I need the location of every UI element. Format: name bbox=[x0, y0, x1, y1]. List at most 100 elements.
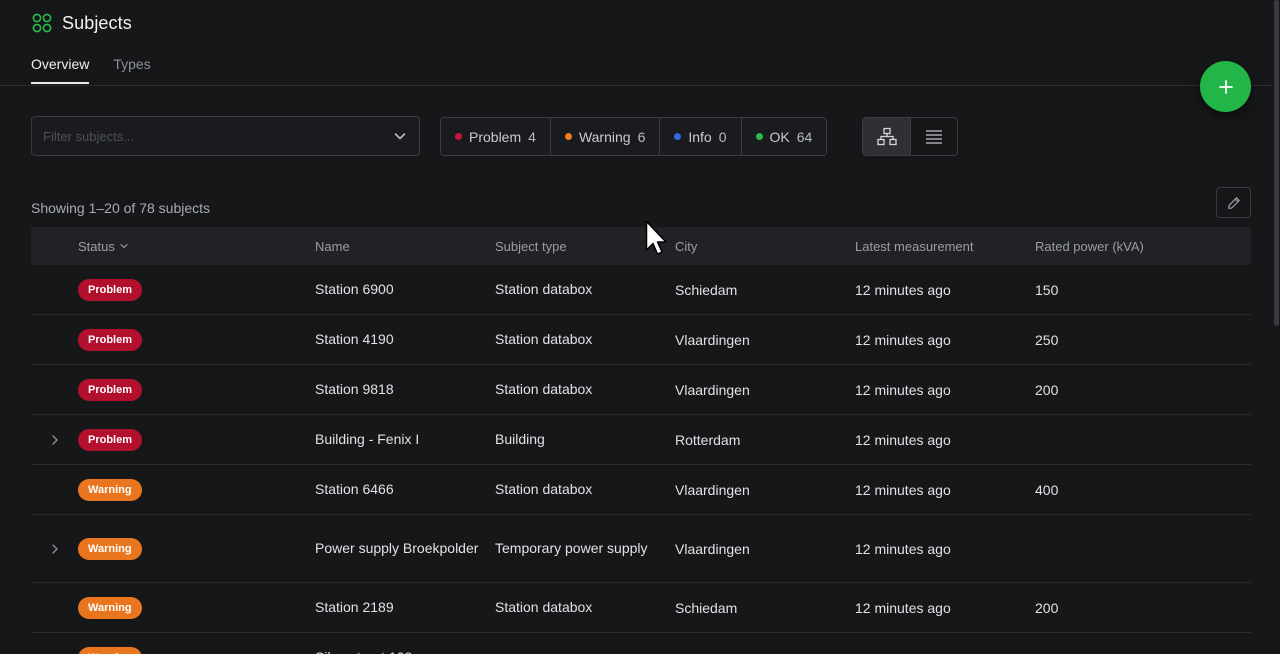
status-cell: Warning bbox=[78, 478, 315, 501]
latest-measurement-cell: 12 minutes ago bbox=[855, 481, 951, 498]
chevron-right-icon[interactable] bbox=[50, 543, 60, 555]
view-toggle bbox=[862, 117, 958, 156]
table-row[interactable]: Problem Station 4190 Station databox Vlaard… bbox=[31, 315, 1251, 365]
status-badge: Problem bbox=[78, 278, 143, 301]
status-cell: Warning bbox=[78, 537, 315, 560]
table-row[interactable]: Warning Station 2189 Station databox Schied… bbox=[31, 583, 1251, 633]
rated-power-cell: 250 bbox=[1035, 331, 1059, 348]
status-filter-count: 64 bbox=[796, 128, 813, 145]
subjects-table: Status Name Subject type City Latest mea… bbox=[31, 227, 1251, 654]
rated-power-cell: 400 bbox=[1035, 481, 1059, 498]
name-cell: Station 6466 bbox=[315, 481, 394, 497]
mouse-cursor-icon bbox=[645, 220, 667, 255]
status-badge: Problem bbox=[78, 328, 143, 351]
status-cell: Warning bbox=[78, 646, 315, 654]
name-cell: Station 9818 bbox=[315, 381, 394, 397]
add-subject-button[interactable] bbox=[1200, 61, 1251, 112]
subject-type-cell: Station databox bbox=[495, 331, 593, 347]
table-row[interactable]: Problem Building - Fenix I Building Rotterd… bbox=[31, 415, 1251, 465]
tree-view-button[interactable] bbox=[863, 118, 910, 155]
tab-types[interactable]: Types bbox=[113, 56, 150, 84]
rated-power-cell: 150 bbox=[1035, 281, 1059, 298]
status-filter-info[interactable]: Info 0 bbox=[660, 118, 742, 155]
list-view-button[interactable] bbox=[910, 118, 957, 155]
status-filter-group: Problem 4 Warning 6 Info 0 OK 64 bbox=[440, 117, 828, 156]
tab-overview[interactable]: Overview bbox=[31, 56, 90, 84]
subject-type-cell: Station databox bbox=[495, 381, 593, 397]
warning-dot-icon bbox=[564, 133, 572, 140]
latest-measurement-cell: 12 minutes ago bbox=[855, 281, 951, 298]
hierarchy-icon bbox=[876, 127, 897, 145]
plus-icon bbox=[1218, 79, 1233, 94]
page-scrollbar[interactable] bbox=[1274, 0, 1279, 326]
status-filter-count: 0 bbox=[718, 128, 727, 145]
subject-type-cell: Station databox bbox=[495, 481, 593, 497]
expand-cell[interactable] bbox=[31, 543, 78, 555]
column-header-rated-power[interactable]: Rated power (kVA) bbox=[1035, 239, 1235, 254]
edit-columns-button[interactable] bbox=[1216, 187, 1251, 218]
chevron-down-icon[interactable] bbox=[393, 129, 407, 143]
column-header-name[interactable]: Name bbox=[315, 236, 495, 257]
column-header-latest-measurement[interactable]: Latest measurement bbox=[855, 239, 1035, 254]
status-badge: Warning bbox=[78, 478, 142, 501]
city-cell: Vlaardingen bbox=[675, 331, 750, 348]
expand-cell[interactable] bbox=[31, 434, 78, 446]
latest-measurement-cell: 12 minutes ago bbox=[855, 381, 951, 398]
city-cell: Vlaardingen bbox=[675, 481, 750, 498]
chevron-right-icon[interactable] bbox=[50, 434, 60, 446]
ok-dot-icon bbox=[755, 133, 763, 140]
rated-power-cell: 200 bbox=[1035, 599, 1059, 616]
latest-measurement-cell: 12 minutes ago bbox=[855, 431, 951, 448]
city-cell: Rotterdam bbox=[675, 431, 741, 448]
status-cell: Warning bbox=[78, 596, 315, 619]
status-filter-label: OK bbox=[769, 128, 790, 145]
city-cell: Vlaardingen bbox=[675, 381, 750, 398]
subject-type-cell: Station databox bbox=[495, 599, 593, 615]
table-row[interactable]: Problem Station 9818 Station databox Vlaard… bbox=[31, 365, 1251, 415]
tabs-divider bbox=[0, 85, 1272, 86]
status-badge: Warning bbox=[78, 646, 142, 654]
subject-type-cell: Temporary power supply bbox=[495, 540, 648, 556]
status-badge: Problem bbox=[78, 428, 143, 451]
chevron-down-icon bbox=[120, 243, 128, 249]
status-filter-count: 4 bbox=[528, 128, 536, 145]
name-cell: Silverstraat 108 bbox=[315, 647, 495, 654]
problem-dot-icon bbox=[455, 133, 462, 140]
filter-select[interactable] bbox=[31, 116, 420, 156]
filter-input[interactable] bbox=[43, 128, 373, 144]
table-row[interactable]: Warning Power supply Broekpolder Temporary… bbox=[31, 515, 1251, 583]
name-cell: Station 6900 bbox=[315, 281, 394, 297]
status-filter-label: Info bbox=[688, 128, 712, 145]
column-header-status[interactable]: Status bbox=[78, 239, 315, 254]
subject-type-cell: Station databox bbox=[495, 281, 593, 297]
status-filter-ok[interactable]: OK 64 bbox=[741, 118, 827, 155]
table-row[interactable]: Warning Station 6466 Station databox Vlaard… bbox=[31, 465, 1251, 515]
status-cell: Problem bbox=[78, 378, 315, 401]
city-cell: Schiedam bbox=[675, 599, 738, 616]
status-cell: Problem bbox=[78, 328, 315, 351]
status-filter-problem[interactable]: Problem 4 bbox=[441, 118, 551, 155]
status-filter-warning[interactable]: Warning 6 bbox=[550, 118, 661, 155]
result-count: Showing 1–20 of 78 subjects bbox=[31, 200, 211, 216]
grid-icon bbox=[32, 13, 52, 33]
status-badge: Problem bbox=[78, 378, 143, 401]
column-header-city[interactable]: City bbox=[675, 239, 855, 254]
list-icon bbox=[926, 129, 942, 144]
name-cell: Power supply Broekpolder bbox=[315, 540, 479, 556]
table-row[interactable]: Problem Station 6900 Station databox Schied… bbox=[31, 265, 1251, 315]
table-header: Status Name Subject type City Latest mea… bbox=[31, 227, 1251, 265]
name-cell: Station 2189 bbox=[315, 599, 394, 615]
page-title: Subjects bbox=[62, 12, 132, 33]
subject-type-cell: Building bbox=[495, 431, 545, 447]
name-cell: Building - Fenix I bbox=[315, 431, 420, 447]
latest-measurement-cell: 12 minutes ago bbox=[855, 331, 951, 348]
status-cell: Problem bbox=[78, 278, 315, 301]
status-badge: Warning bbox=[78, 596, 142, 619]
tab-bar: Overview Types bbox=[31, 56, 151, 84]
table-row[interactable]: Warning Silverstraat 108 bbox=[31, 633, 1251, 654]
page-header: Subjects bbox=[31, 12, 132, 34]
status-filter-label: Warning bbox=[578, 128, 631, 145]
info-dot-icon bbox=[674, 133, 682, 140]
status-filter-count: 6 bbox=[637, 128, 646, 145]
table-body: Problem Station 6900 Station databox Schied… bbox=[31, 265, 1251, 654]
